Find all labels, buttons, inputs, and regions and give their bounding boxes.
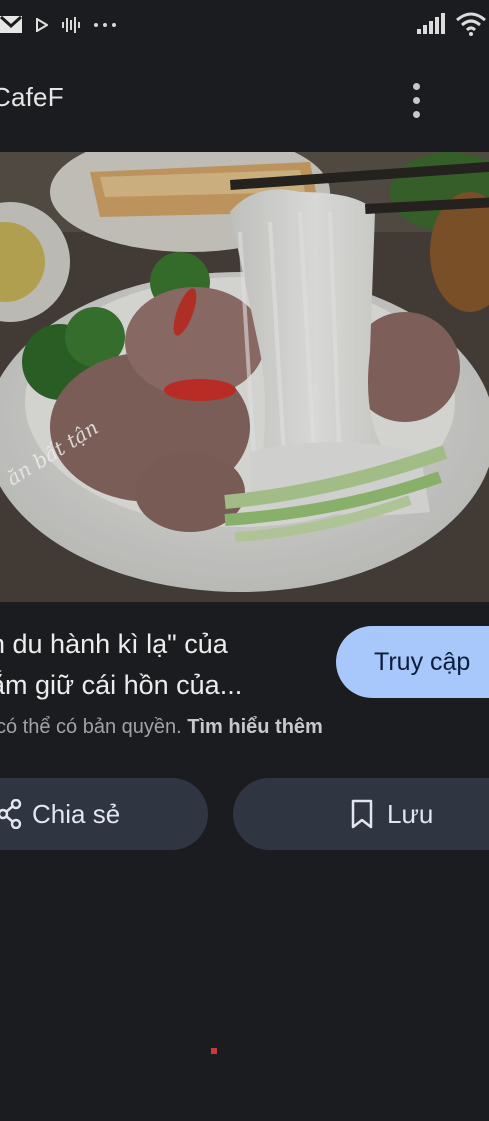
- play-icon: [36, 18, 48, 32]
- main-image[interactable]: [0, 152, 489, 602]
- status-bar-left: [0, 14, 116, 36]
- top-app-bar: CafeF: [0, 56, 489, 144]
- gmail-icon: [0, 15, 22, 33]
- copyright-text: có thể có bản quyền.: [0, 716, 182, 738]
- share-icon: [0, 799, 22, 829]
- caption-line-2: ắm giữ cái hồn của...: [0, 670, 243, 700]
- source-title[interactable]: CafeF: [0, 82, 64, 113]
- status-bar-right: [417, 12, 487, 36]
- more-dots-icon: [94, 23, 116, 27]
- save-button[interactable]: Lưu: [233, 778, 489, 850]
- food-photo: [0, 152, 489, 602]
- share-button[interactable]: Chia sẻ: [0, 778, 208, 850]
- wifi-icon: [456, 12, 486, 36]
- loading-indicator: [211, 1048, 217, 1054]
- audio-wave-icon: [62, 17, 80, 33]
- bookmark-icon: [351, 799, 373, 829]
- visit-button[interactable]: Truy cập: [336, 626, 489, 698]
- more-vert-icon[interactable]: [401, 78, 431, 122]
- copyright-notice: có thể có bản quyền. Tìm hiểu thêm: [0, 716, 323, 739]
- image-viewer-screen: CafeF ăn bất tận n du hành kì lạ" của ắm…: [0, 0, 489, 1121]
- learn-more-link[interactable]: Tìm hiểu thêm: [187, 716, 323, 738]
- image-caption[interactable]: n du hành kì lạ" của ắm giữ cái hồn của.…: [0, 624, 320, 706]
- status-bar: [0, 0, 489, 56]
- signal-icon: [417, 13, 445, 34]
- save-label: Lưu: [387, 798, 434, 829]
- caption-line-1: n du hành kì lạ" của: [0, 629, 228, 659]
- visit-button-label: Truy cập: [374, 647, 471, 676]
- share-label: Chia sẻ: [32, 798, 121, 829]
